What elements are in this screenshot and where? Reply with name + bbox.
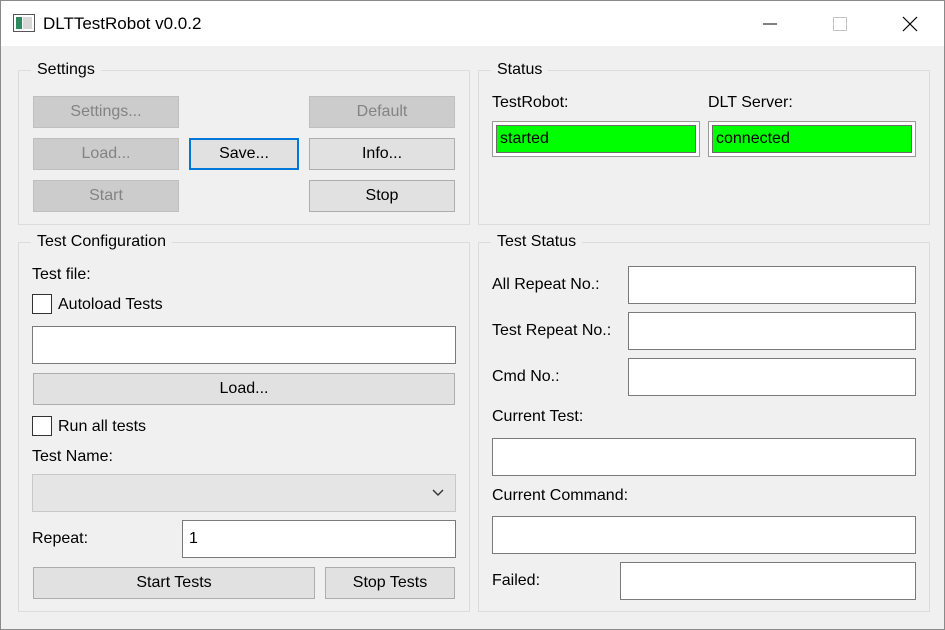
test-repeat-label: Test Repeat No.: xyxy=(492,322,612,339)
window-title: DLTTestRobot v0.0.2 xyxy=(43,14,202,33)
app-icon xyxy=(13,14,35,32)
load-settings-button[interactable]: Load... xyxy=(33,138,179,170)
cmd-no-field[interactable] xyxy=(628,358,916,396)
title-bar[interactable]: DLTTestRobot v0.0.2 xyxy=(1,1,944,46)
testrobot-status-value: started xyxy=(496,125,696,153)
close-button[interactable] xyxy=(875,1,945,46)
failed-field[interactable] xyxy=(620,562,916,600)
current-test-label: Current Test: xyxy=(492,408,584,425)
current-command-label: Current Command: xyxy=(492,487,629,504)
start-button[interactable]: Start xyxy=(33,180,179,212)
test-status-group-title: Test Status xyxy=(491,233,583,251)
load-tests-button[interactable]: Load... xyxy=(33,373,455,405)
autoload-tests-checkbox[interactable] xyxy=(32,294,52,314)
failed-label: Failed: xyxy=(492,572,541,589)
test-configuration-group-title: Test Configuration xyxy=(31,233,172,251)
all-repeat-field[interactable] xyxy=(628,266,916,304)
dltserver-status-field: connected xyxy=(708,121,916,157)
start-tests-button[interactable]: Start Tests xyxy=(33,567,315,599)
app-window: DLTTestRobot v0.0.2 Settings Settings...… xyxy=(0,0,945,630)
dltserver-label: DLT Server: xyxy=(708,94,793,111)
test-name-combobox[interactable] xyxy=(32,474,456,512)
minimize-button[interactable] xyxy=(735,1,805,46)
run-all-tests-label[interactable]: Run all tests xyxy=(58,417,146,437)
status-group-title: Status xyxy=(491,61,549,79)
all-repeat-label: All Repeat No.: xyxy=(492,276,600,293)
stop-button[interactable]: Stop xyxy=(309,180,455,212)
testrobot-label: TestRobot: xyxy=(492,94,569,111)
run-all-tests-checkbox[interactable] xyxy=(32,416,52,436)
repeat-label: Repeat: xyxy=(32,530,89,547)
test-file-label: Test file: xyxy=(32,266,91,283)
test-file-input[interactable] xyxy=(32,326,456,364)
current-command-field[interactable] xyxy=(492,516,916,554)
test-name-label: Test Name: xyxy=(32,448,113,465)
autoload-tests-label[interactable]: Autoload Tests xyxy=(58,295,163,315)
maximize-button[interactable] xyxy=(805,1,875,46)
default-button[interactable]: Default xyxy=(309,96,455,128)
cmd-no-label: Cmd No.: xyxy=(492,368,560,385)
testrobot-status-field: started xyxy=(492,121,700,157)
test-repeat-field[interactable] xyxy=(628,312,916,350)
save-button[interactable]: Save... xyxy=(189,138,299,170)
dltserver-status-value: connected xyxy=(712,125,912,153)
info-button[interactable]: Info... xyxy=(309,138,455,170)
current-test-field[interactable] xyxy=(492,438,916,476)
settings-group-title: Settings xyxy=(31,61,101,79)
settings-button[interactable]: Settings... xyxy=(33,96,179,128)
repeat-input[interactable]: 1 xyxy=(182,520,456,558)
stop-tests-button[interactable]: Stop Tests xyxy=(325,567,455,599)
